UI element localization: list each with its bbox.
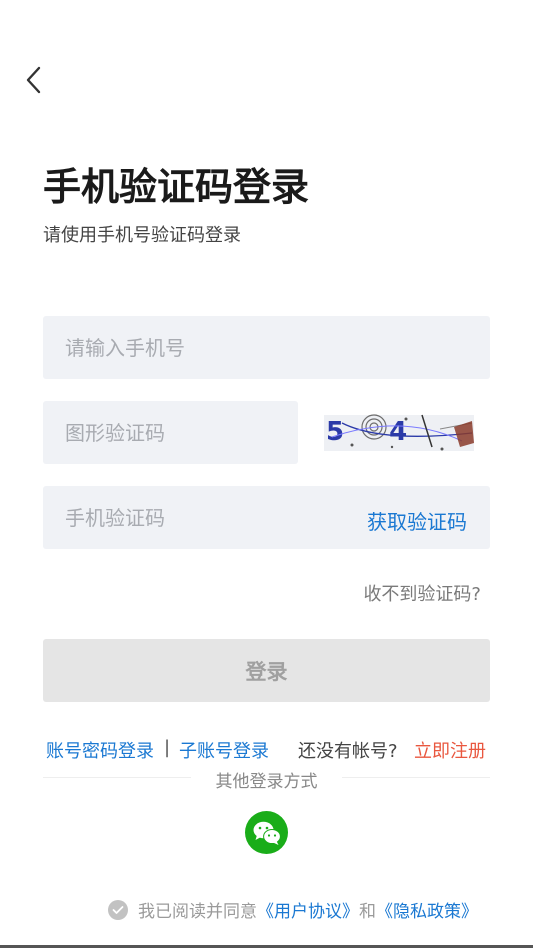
agreement-checkbox[interactable] (108, 899, 128, 920)
sms-code-input[interactable] (43, 486, 343, 549)
get-code-button[interactable]: 获取验证码 (367, 506, 467, 535)
page-title: 手机验证码登录 (43, 165, 310, 209)
captcha-noise-graphic: 5 4 (322, 407, 478, 457)
captcha-code-text: 5 4 (326, 417, 425, 447)
password-login-link[interactable]: 账号密码登录 (46, 737, 154, 763)
no-account-prompt: 还没有帐号? (298, 741, 398, 762)
phone-field-container (43, 316, 490, 379)
back-button[interactable] (18, 62, 48, 98)
login-button[interactable]: 登录 (43, 639, 490, 702)
register-link[interactable]: 立即注册 (414, 737, 486, 763)
sub-account-login-link[interactable]: 子账号登录 (179, 737, 269, 763)
user-agreement-link[interactable]: 《用户协议》 (257, 897, 359, 922)
no-code-link[interactable]: 收不到验证码? (363, 580, 481, 606)
other-login-label: 其他登录方式 (215, 772, 318, 792)
chevron-left-icon (26, 66, 41, 94)
wechat-login-button[interactable] (245, 811, 288, 854)
wechat-icon (253, 821, 281, 845)
agreement-prefix: 我已阅读并同意 (138, 902, 257, 922)
privacy-policy-link[interactable]: 《隐私政策》 (376, 897, 478, 922)
agreement-row: 我已阅读并同意 《用户协议》 和 《隐私政策》 (108, 897, 478, 922)
phone-input[interactable] (43, 316, 490, 379)
captcha-field-container (43, 401, 298, 464)
checkmark-icon (112, 905, 124, 914)
link-separator: | (164, 737, 171, 758)
captcha-input[interactable] (43, 401, 298, 464)
captcha-image[interactable]: 5 4 (322, 407, 478, 457)
agreement-and: 和 (359, 902, 376, 922)
page-subtitle: 请使用手机号验证码登录 (43, 225, 241, 246)
